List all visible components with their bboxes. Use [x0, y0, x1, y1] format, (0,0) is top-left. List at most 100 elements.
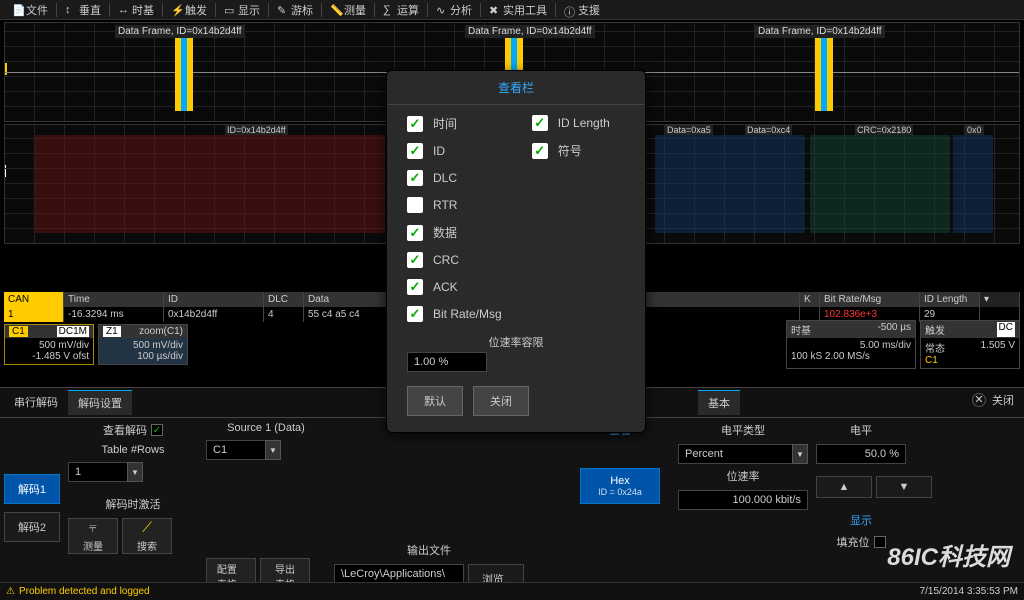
tab-serial-decode[interactable]: 串行解码 — [4, 390, 68, 415]
default-button[interactable]: 默认 — [407, 386, 463, 416]
column-toggle[interactable]: DLC — [407, 170, 502, 186]
column-toggle[interactable]: ID — [407, 143, 502, 159]
search-button[interactable]: ⟋搜索 — [122, 518, 172, 554]
tolerance-label: 位速率容限 — [407, 334, 625, 350]
column-toggle[interactable]: 时间 — [407, 115, 502, 132]
checkbox-label: ACK — [433, 280, 458, 294]
menu-timebase[interactable]: ↔时基 — [110, 2, 162, 18]
column-toggle[interactable]: CRC — [407, 252, 502, 268]
column-toggle[interactable]: 符号 — [532, 142, 610, 159]
menu-file[interactable]: 📄文件 — [4, 2, 56, 18]
activate-label: 解码时激活 — [68, 496, 198, 512]
status-message: Problem detected and logged — [6, 586, 150, 597]
table-scroll-icon[interactable]: ▾ — [980, 292, 1020, 307]
measure-icon: 📏 — [330, 4, 341, 15]
tolerance-input[interactable]: 1.00 % — [407, 352, 487, 372]
fill-checkbox[interactable] — [874, 536, 886, 548]
level-type-label: 电平类型 — [678, 422, 808, 438]
source-select[interactable]: C1▼ — [206, 440, 326, 460]
search-icon: ⟋ — [142, 519, 152, 536]
column-toggle[interactable]: 数据 — [407, 224, 502, 241]
close-icon[interactable]: ✕ — [972, 393, 986, 407]
checkbox-icon[interactable] — [407, 225, 423, 241]
readout-c1[interactable]: C1DC1M 500 mV/div -1.485 V ofst — [4, 324, 94, 365]
menu-math[interactable]: ∑运算 — [375, 2, 427, 18]
checkbox-icon[interactable] — [407, 306, 423, 322]
level-input[interactable]: 50.0 % — [816, 444, 906, 464]
frame-label: Data Frame, ID=0x14b2d4ff — [465, 25, 595, 38]
checkbox-label: ID — [433, 144, 445, 158]
segment-label-x0: 0x0 — [965, 125, 984, 135]
readout-z1[interactable]: Z1zoom(C1) 500 mV/div 100 µs/div — [98, 324, 188, 365]
column-toggle[interactable]: RTR — [407, 197, 502, 213]
level-label: 电平 — [816, 422, 906, 438]
menu-measure[interactable]: 📏测量 — [322, 2, 374, 18]
cursor-icon: ✎ — [277, 4, 288, 15]
table-rows-input[interactable]: 1▼ — [68, 462, 198, 482]
source-label: Source 1 (Data) — [206, 422, 326, 434]
decode1-button[interactable]: 解码1 — [4, 474, 60, 504]
tab-decode-setup[interactable]: 解码设置 — [68, 390, 132, 415]
level-type-select[interactable]: Percent▼ — [678, 444, 808, 464]
right-readouts: 时基-500 µs 5.00 ms/div 100 kS 2.00 MS/s 触… — [786, 320, 1020, 369]
checkbox-icon[interactable] — [407, 143, 423, 159]
checkbox-label: 数据 — [433, 224, 457, 241]
frame-label: Data Frame, ID=0x14b2d4ff — [115, 25, 245, 38]
menu-display[interactable]: ▭显示 — [216, 2, 268, 18]
menu-trigger[interactable]: ⚡触发 — [163, 2, 215, 18]
checkbox-icon[interactable] — [407, 116, 423, 132]
chevron-down-icon[interactable]: ▼ — [127, 462, 143, 482]
view-decode-label: 查看解码 — [68, 422, 198, 438]
view-decode-checkbox[interactable] — [151, 424, 163, 436]
segment-label-id: ID=0x14b2d4ff — [225, 125, 288, 135]
close-button[interactable]: 关闭 — [473, 386, 529, 416]
view-columns-dialog: 查看栏 时间 ID DLC RTR 数据 CRC ACK Bit Rate/Msg ID Le… — [386, 70, 646, 433]
checkbox-label: CRC — [433, 253, 459, 267]
close-label: 关闭 — [992, 392, 1014, 408]
bitrate-label: 位速率 — [678, 468, 808, 484]
readout-timebase[interactable]: 时基-500 µs 5.00 ms/div 100 kS 2.00 MS/s — [786, 320, 916, 369]
checkbox-icon[interactable] — [407, 197, 423, 213]
decode2-button[interactable]: 解码2 — [4, 512, 60, 542]
utility-icon: ✖ — [489, 4, 500, 15]
vertical-icon: ↕ — [65, 4, 76, 15]
bitrate-input[interactable]: 100.000 kbit/s — [678, 490, 808, 510]
segment-label-data: Data=0xa5 — [665, 125, 713, 135]
measure-icon: ⫧ — [89, 519, 97, 536]
spin-down-button[interactable]: ▼ — [876, 476, 932, 498]
menu-support[interactable]: ⓘ支援 — [556, 2, 608, 18]
status-time: 7/15/2014 3:35:53 PM — [920, 586, 1018, 597]
analyze-icon: ∿ — [436, 4, 447, 15]
checkbox-icon[interactable] — [407, 170, 423, 186]
chevron-down-icon[interactable]: ▼ — [265, 440, 281, 460]
table-rows-label: Table #Rows — [68, 444, 198, 456]
menu-utility[interactable]: ✖实用工具 — [481, 2, 555, 18]
checkbox-label: RTR — [433, 198, 457, 212]
output-file-label: 输出文件 — [334, 542, 524, 558]
checkbox-label: ID Length — [558, 116, 610, 130]
menu-bar: 📄文件 ↕垂直 ↔时基 ⚡触发 ▭显示 ✎游标 📏测量 ∑运算 ∿分析 ✖实用工… — [0, 0, 1024, 20]
spin-up-button[interactable]: ▲ — [816, 476, 872, 498]
column-toggle[interactable]: ID Length — [532, 115, 610, 131]
column-toggle[interactable]: Bit Rate/Msg — [407, 306, 502, 322]
checkbox-icon[interactable] — [407, 279, 423, 295]
checkbox-icon[interactable] — [532, 143, 548, 159]
dialog-title: 查看栏 — [387, 71, 645, 105]
checkbox-icon[interactable] — [407, 252, 423, 268]
measure-button[interactable]: ⫧测量 — [68, 518, 118, 554]
timebase-icon: ↔ — [118, 4, 129, 15]
segment-label-crc: CRC=0x2180 — [855, 125, 913, 135]
math-icon: ∑ — [383, 4, 394, 15]
menu-analyze[interactable]: ∿分析 — [428, 2, 480, 18]
chevron-down-icon[interactable]: ▼ — [792, 444, 808, 464]
readout-trigger[interactable]: 触发DC 常态1.505 V C1 — [920, 320, 1020, 369]
column-toggle[interactable]: ACK — [407, 279, 502, 295]
checkbox-label: 时间 — [433, 115, 457, 132]
checkbox-icon[interactable] — [532, 115, 548, 131]
checkbox-label: DLC — [433, 171, 457, 185]
menu-vertical[interactable]: ↕垂直 — [57, 2, 109, 18]
hex-button[interactable]: Hex ID = 0x24a — [580, 468, 660, 504]
tab-basic[interactable]: 基本 — [698, 390, 740, 415]
menu-cursor[interactable]: ✎游标 — [269, 2, 321, 18]
segment-label-data: Data=0xc4 — [745, 125, 792, 135]
